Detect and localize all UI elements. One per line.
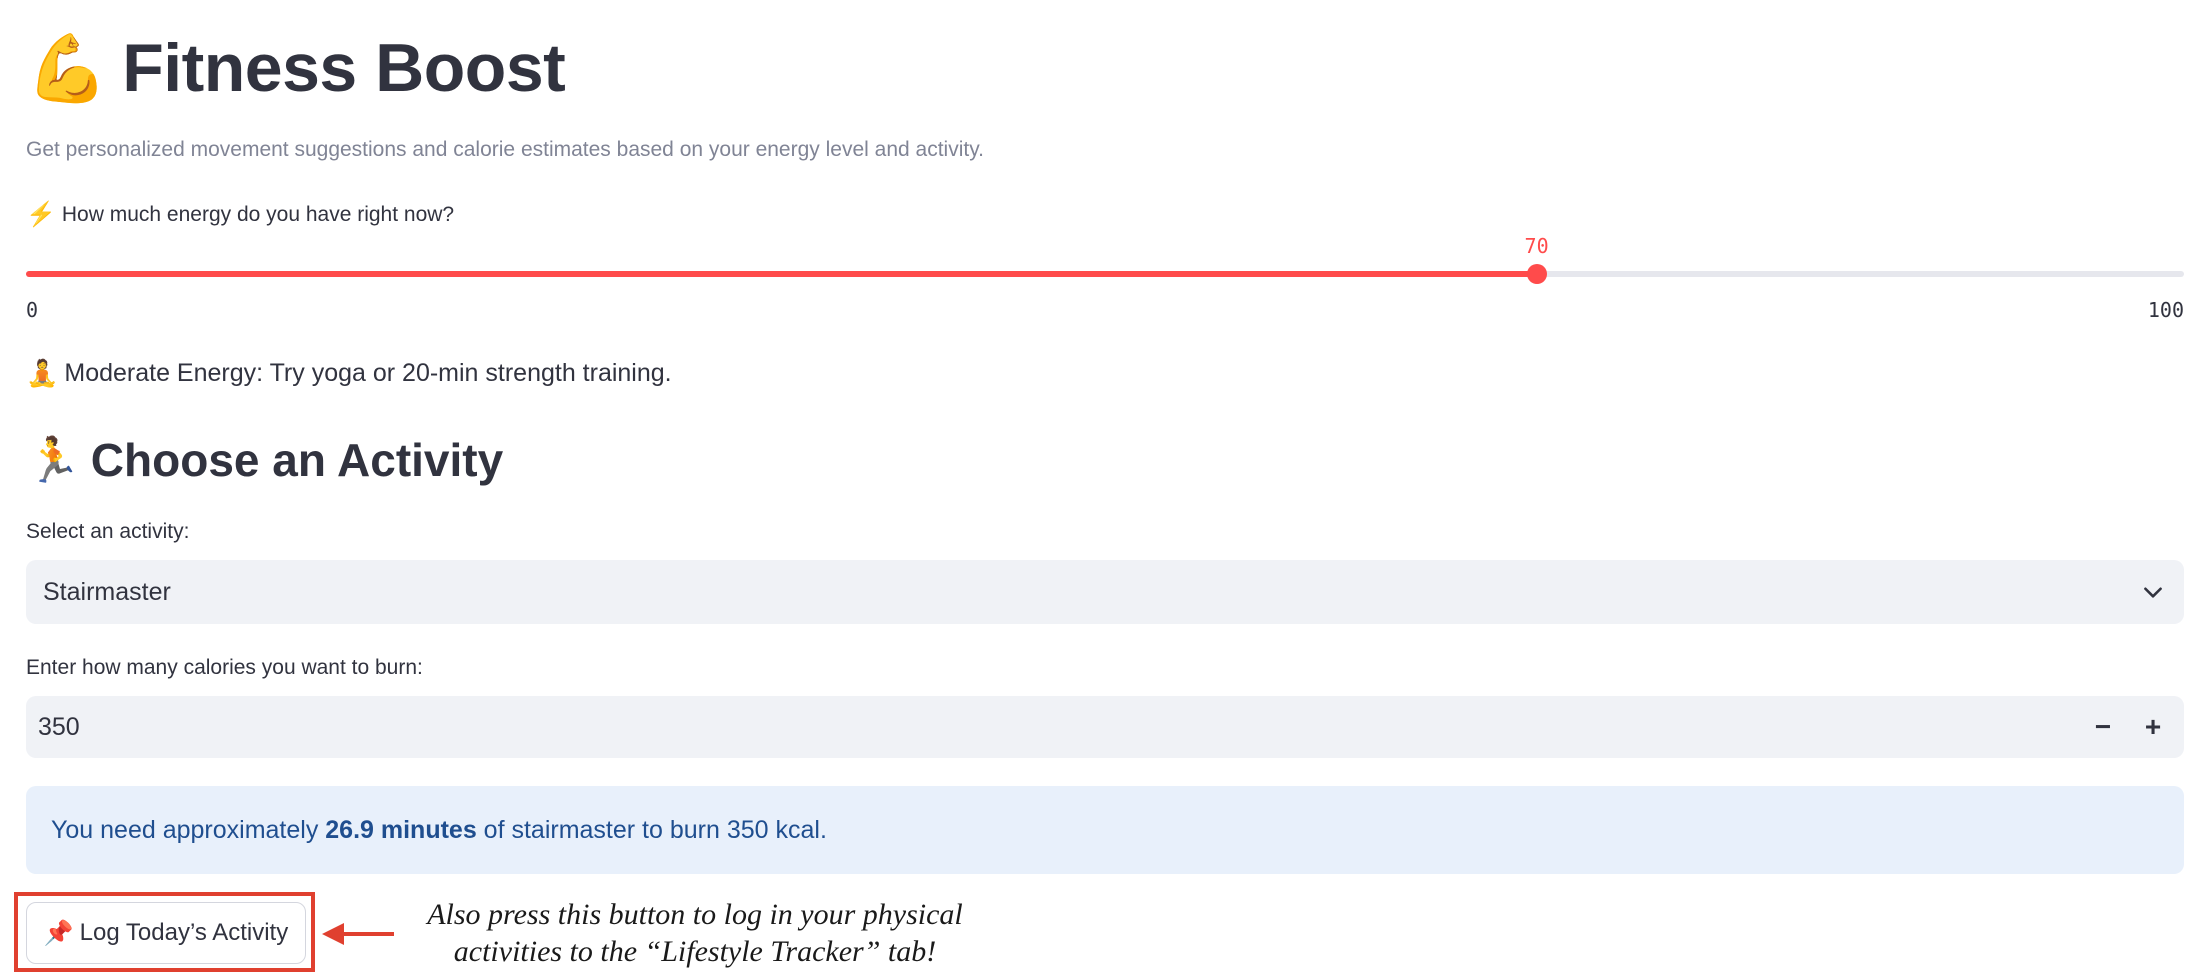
pushpin-icon: 📌 <box>43 919 74 947</box>
meditation-icon: 🧘 <box>26 358 59 388</box>
log-activity-button[interactable]: 📌 Log Today’s Activity <box>26 902 306 964</box>
result-minutes: 26.9 minutes <box>325 815 477 844</box>
running-person-icon: 🏃 <box>26 436 81 485</box>
activity-select[interactable]: Stairmaster <box>26 560 2184 624</box>
energy-slider-fill <box>26 271 1537 277</box>
activity-select-value: Stairmaster <box>43 577 171 606</box>
result-suffix: of stairmaster to burn 350 kcal. <box>476 815 827 844</box>
lightning-bolt-icon: ⚡ <box>26 201 56 228</box>
energy-slider-thumb[interactable] <box>1526 264 1547 284</box>
flexed-biceps-icon: 💪 <box>26 31 109 105</box>
energy-slider-value: 70 <box>1524 234 1549 258</box>
calories-input-label: Enter how many calories you want to burn… <box>26 656 423 679</box>
result-prefix: You need approximately <box>51 815 326 844</box>
energy-suggestion: 🧘 Moderate Energy: Try yoga or 20-min st… <box>26 358 672 389</box>
decrement-button[interactable]: − <box>2078 702 2128 752</box>
activity-section-heading-text: Choose an Activity <box>90 434 504 486</box>
chevron-down-icon[interactable] <box>2140 579 2166 605</box>
activity-section-heading: 🏃 Choose an Activity <box>26 430 503 490</box>
annotation-line-2: activities to the “Lifestyle Tracker” ta… <box>453 935 937 968</box>
activity-select-label: Select an activity: <box>26 520 190 543</box>
annotation-line-1: Also press this button to log in your ph… <box>427 898 963 931</box>
calories-input-value[interactable]: 350 <box>38 713 2078 742</box>
energy-slider-min: 0 <box>26 298 39 322</box>
log-activity-button-label: Log Today’s Activity <box>79 919 289 946</box>
energy-slider-label: ⚡ How much energy do you have right now? <box>26 200 454 229</box>
energy-slider-max: 100 <box>2147 298 2184 322</box>
increment-button[interactable]: + <box>2128 702 2178 752</box>
annotation-note: Also press this button to log in your ph… <box>380 896 1010 970</box>
calories-number-input[interactable]: 350 − + <box>26 696 2184 758</box>
energy-slider-track[interactable] <box>26 271 2184 277</box>
page-title: 💪 Fitness Boost <box>26 18 566 118</box>
result-info-box: You need approximately 26.9 minutes of s… <box>26 786 2184 874</box>
energy-slider-label-text: How much energy do you have right now? <box>61 202 455 226</box>
page-title-text: Fitness Boost <box>122 30 566 106</box>
energy-suggestion-text: Moderate Energy: Try yoga or 20-min stre… <box>64 359 672 387</box>
page-subtitle: Get personalized movement suggestions an… <box>26 138 984 161</box>
